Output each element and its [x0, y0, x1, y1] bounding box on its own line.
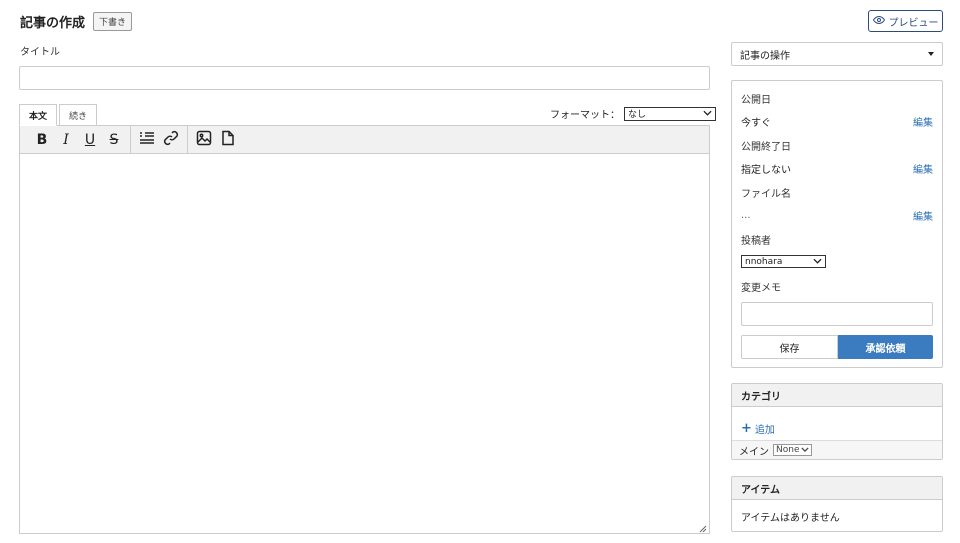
file-icon	[220, 130, 236, 150]
approval-request-button[interactable]: 承認依頼	[838, 335, 933, 359]
rich-text-editor: B I U S	[19, 125, 710, 534]
quote-button[interactable]	[135, 128, 159, 152]
image-button[interactable]	[192, 128, 216, 152]
item-title: アイテム	[732, 477, 942, 500]
file-name-value: ...	[741, 210, 751, 221]
image-icon	[196, 130, 212, 150]
memo-field: 変更メモ	[741, 279, 933, 326]
page-header: 記事の作成 下書き	[20, 12, 133, 31]
category-panel: カテゴリ + 追加 メイン None	[731, 383, 943, 460]
editor-toolbar: B I U S	[20, 125, 709, 154]
plus-icon: +	[741, 421, 752, 436]
chevron-down-icon	[801, 445, 810, 455]
italic-button[interactable]: I	[54, 128, 78, 152]
bold-icon: B	[36, 131, 48, 148]
page-title: 記事の作成	[20, 16, 86, 31]
file-name-field: ファイル名 ... 編集	[741, 185, 933, 232]
add-category-label: 追加	[754, 425, 775, 436]
publish-actions: 保存 承認依頼	[741, 335, 933, 359]
eye-icon	[872, 14, 885, 29]
save-button[interactable]: 保存	[741, 335, 838, 359]
main-category-row: メイン None	[732, 440, 942, 459]
file-button[interactable]	[216, 128, 240, 152]
main-category-value: None	[776, 445, 800, 455]
main-category-label: メイン	[739, 446, 769, 458]
memo-label: 変更メモ	[741, 283, 781, 294]
publish-date-value: 今すぐ	[741, 118, 771, 129]
link-icon	[163, 130, 179, 150]
bold-button[interactable]: B	[30, 128, 54, 152]
author-label: 投稿者	[741, 236, 771, 247]
end-date-field: 公開終了日 指定しない 編集	[741, 138, 933, 185]
insert-group	[131, 125, 188, 154]
item-panel: アイテム アイテムはありません	[731, 476, 943, 532]
add-category-link[interactable]: + 追加	[732, 407, 942, 440]
end-date-value: 指定しない	[741, 165, 791, 176]
format-select[interactable]: なし	[624, 106, 716, 121]
author-select[interactable]: nnohara	[741, 255, 826, 268]
media-group	[188, 126, 244, 154]
preview-label: プレビュー	[888, 17, 939, 29]
operations-label: 記事の操作	[740, 50, 790, 62]
chevron-down-icon	[813, 257, 822, 267]
article-operations-select[interactable]: 記事の操作	[731, 42, 943, 66]
link-button[interactable]	[159, 128, 183, 152]
strikethrough-icon: S	[109, 131, 119, 148]
category-title: カテゴリ	[732, 384, 942, 407]
memo-input[interactable]	[741, 302, 933, 326]
end-date-edit-link[interactable]: 編集	[913, 161, 933, 176]
title-input[interactable]	[19, 66, 710, 90]
strikethrough-button[interactable]: S	[102, 128, 126, 152]
tab-body[interactable]: 本文	[19, 104, 58, 126]
underline-icon: U	[84, 131, 96, 148]
quote-icon	[139, 130, 155, 150]
status-badge: 下書き	[93, 12, 133, 31]
underline-button[interactable]: U	[78, 128, 102, 152]
tab-continue[interactable]: 続き	[59, 104, 98, 126]
editor-content[interactable]	[20, 154, 709, 533]
title-label: タイトル	[20, 47, 60, 58]
file-name-edit-link[interactable]: 編集	[913, 208, 933, 223]
end-date-label: 公開終了日	[741, 142, 791, 153]
caret-down-icon	[928, 52, 934, 56]
publish-date-edit-link[interactable]: 編集	[913, 114, 933, 129]
main-category-select[interactable]: None	[773, 444, 813, 456]
format-row: フォーマット： なし	[550, 106, 716, 121]
author-value: nnohara	[745, 256, 783, 267]
chevron-down-icon	[703, 109, 712, 119]
italic-icon: I	[63, 131, 69, 148]
item-empty-text: アイテムはありません	[741, 513, 840, 524]
publish-date-label: 公開日	[741, 95, 771, 106]
resize-handle-icon[interactable]	[699, 523, 707, 533]
text-style-group: B I U S	[26, 125, 131, 154]
format-label: フォーマット：	[550, 110, 620, 121]
preview-button[interactable]: プレビュー	[868, 10, 943, 32]
format-value: なし	[628, 110, 647, 120]
publish-date-field: 公開日 今すぐ 編集	[741, 91, 933, 138]
editor-tabs: 本文 続き	[19, 104, 99, 126]
publish-panel: 公開日 今すぐ 編集 公開終了日 指定しない 編集 ファイル名 ... 編集 投…	[731, 80, 943, 368]
author-field: 投稿者 nnohara	[741, 232, 933, 279]
file-name-label: ファイル名	[741, 189, 791, 200]
